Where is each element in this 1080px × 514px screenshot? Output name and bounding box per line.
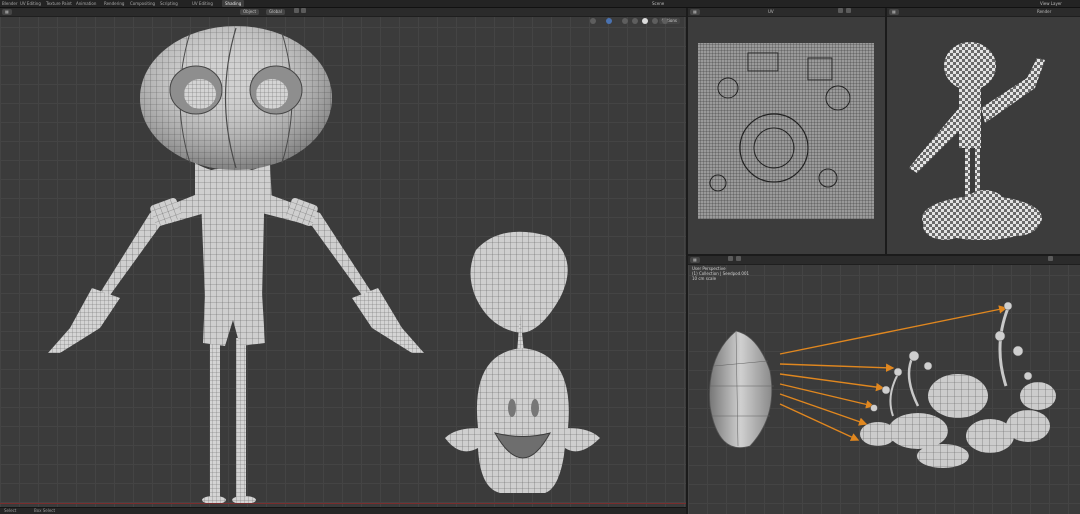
main-3d-viewport[interactable]: ▦ Object Global Options (0, 8, 686, 508)
status-box-select-hint: Box Select (34, 508, 56, 513)
workspace-tab-layout[interactable]: Blender (2, 0, 18, 7)
textured-character-preview (909, 42, 1045, 240)
workspace-tab-scripting[interactable]: Scripting (160, 0, 178, 7)
status-bar: Select Box Select (0, 507, 686, 514)
uv-texture-tile (698, 43, 874, 219)
view-layer-selector[interactable]: View Layer (1040, 0, 1062, 7)
pumpkin-character-model[interactable] (48, 26, 424, 504)
workspace-tab-texture-paint[interactable]: Texture Paint (46, 0, 72, 7)
seed-model (709, 330, 773, 448)
workspace-tab-compositing[interactable]: Compositing (130, 0, 155, 7)
workspace-tab-animation[interactable]: Animation (76, 0, 96, 7)
workspace-tab-uv-editing-2[interactable]: UV Editing (192, 0, 213, 7)
render-preview-viewport[interactable]: ▦ Render (887, 8, 1080, 254)
seedpod-scene (709, 301, 1056, 468)
uv-image-editor[interactable]: ▦ UV (688, 8, 885, 254)
status-select-hint: Select (4, 508, 17, 513)
top-menubar: Blender UV Editing Texture Paint Animati… (0, 0, 1080, 8)
timeline-marker-line (0, 503, 686, 504)
scene-selector[interactable]: Scene (652, 0, 664, 7)
workspace-tab-shading[interactable]: Shading (222, 0, 245, 7)
workspace-tab-rendering[interactable]: Rendering (104, 0, 124, 7)
seedpod-3d-viewport[interactable]: ▦ User Perspective (1) Collection | Seed… (688, 256, 1080, 514)
uv-layout-canvas[interactable] (688, 8, 885, 254)
growth-arrows (779, 305, 1008, 441)
rock-and-plant-cluster (860, 301, 1056, 468)
workspace-tab-uv-editing[interactable]: UV Editing (20, 0, 41, 7)
scene-models (48, 26, 600, 504)
seed-creature-model[interactable] (445, 231, 600, 493)
